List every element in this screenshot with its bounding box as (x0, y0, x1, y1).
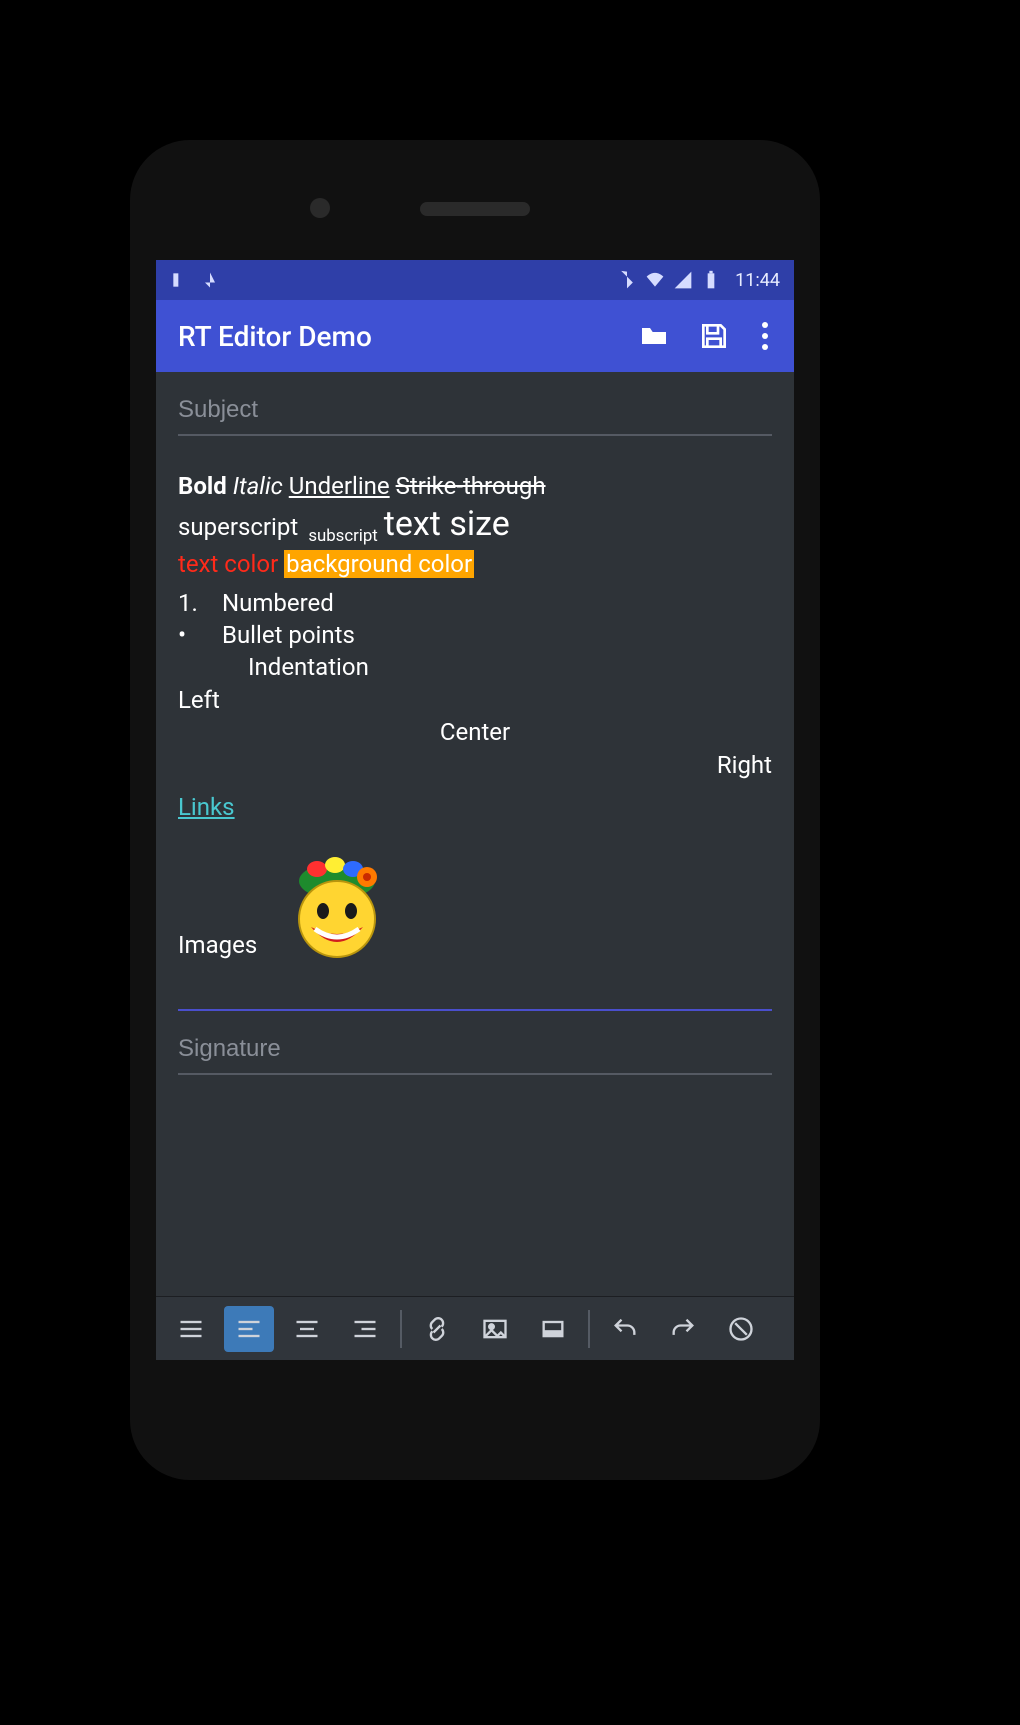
save-icon[interactable] (698, 320, 730, 352)
signal-icon (673, 270, 693, 290)
status-clock: 11:44 (735, 270, 780, 291)
phone-frame: 11:44 RT Editor Demo Bold Italic (130, 140, 820, 1480)
app-title: RT Editor Demo (178, 320, 372, 353)
battery-icon (701, 270, 721, 290)
editor-scroll[interactable]: Bold Italic Underline Strike-through sup… (156, 372, 794, 1296)
sample-superscript: superscript (178, 513, 298, 541)
numbered-list-marker: 1. (178, 587, 204, 619)
align-right-button[interactable] (340, 1306, 390, 1352)
color-button[interactable] (528, 1306, 578, 1352)
open-file-icon[interactable] (638, 320, 670, 352)
sample-italic: Italic (233, 472, 283, 500)
align-right-sample: Right (178, 749, 772, 781)
numbered-list-item: Numbered (222, 587, 334, 619)
sample-textsize: text size (384, 504, 510, 544)
bullet-list-item: Bullet points (222, 619, 355, 651)
wifi-icon (645, 270, 665, 290)
screen: 11:44 RT Editor Demo Bold Italic (156, 260, 794, 1360)
format-toolbar (156, 1296, 794, 1360)
insert-link-button[interactable] (412, 1306, 462, 1352)
sample-subscript: subscript (308, 526, 377, 546)
clear-format-button[interactable] (716, 1306, 766, 1352)
body-divider (178, 1009, 772, 1011)
redo-button[interactable] (658, 1306, 708, 1352)
status-icon-b (200, 270, 220, 290)
status-icon-a (170, 270, 190, 290)
sample-bold: Bold (178, 472, 227, 500)
emoji-clown-icon (277, 841, 397, 961)
sample-bgcolor: background color (284, 550, 474, 578)
status-bar: 11:44 (156, 260, 794, 300)
indent-sample: Indentation (248, 651, 772, 683)
sample-textcolor: text color (178, 550, 278, 578)
subject-input[interactable] (178, 390, 772, 436)
richtext-body[interactable]: Bold Italic Underline Strike-through sup… (178, 470, 772, 1011)
toolbar-divider (400, 1310, 402, 1348)
undo-button[interactable] (600, 1306, 650, 1352)
phone-camera (310, 198, 330, 218)
align-center-button[interactable] (282, 1306, 332, 1352)
images-label: Images (178, 929, 257, 961)
toolbar-divider (588, 1310, 590, 1348)
insert-image-button[interactable] (470, 1306, 520, 1352)
link-sample[interactable]: Links (178, 793, 235, 821)
align-left-button[interactable] (224, 1306, 274, 1352)
sample-underline: Underline (289, 472, 390, 500)
align-center-sample: Center (178, 716, 772, 748)
align-left-sample: Left (178, 684, 772, 716)
bluetooth-icon (617, 270, 637, 290)
bullet-marker: • (178, 619, 204, 651)
signature-input[interactable] (178, 1029, 772, 1075)
app-bar: RT Editor Demo (156, 300, 794, 372)
overflow-menu-icon[interactable] (758, 318, 772, 354)
sample-strike: Strike-through (396, 472, 546, 500)
phone-speaker (420, 202, 530, 216)
align-justify-button[interactable] (166, 1306, 216, 1352)
